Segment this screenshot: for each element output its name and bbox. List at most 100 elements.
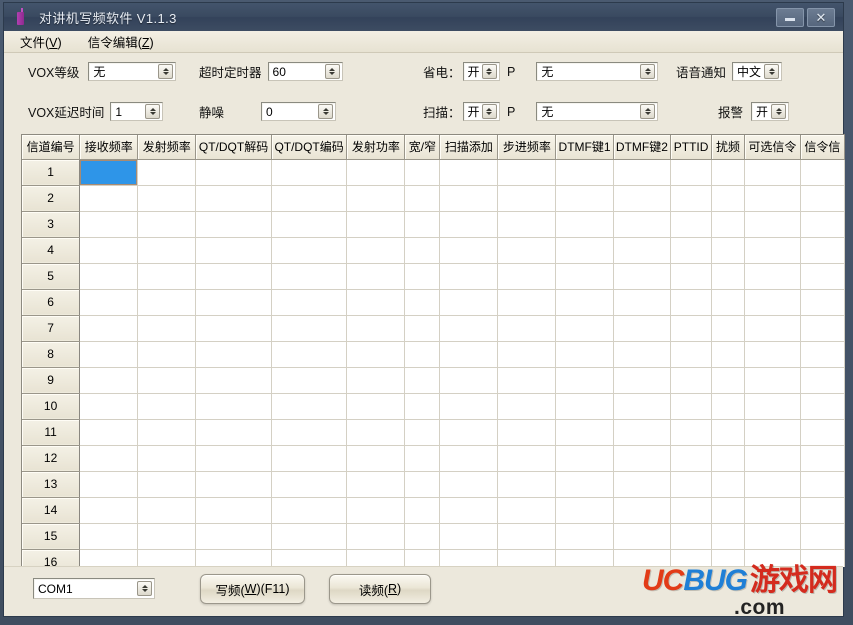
power-save-p-select[interactable]: 无	[536, 62, 659, 81]
column-header[interactable]: 扰频	[711, 135, 745, 160]
grid-cell[interactable]	[670, 237, 713, 264]
grid-cell[interactable]	[800, 289, 845, 316]
grid-cell[interactable]	[555, 471, 614, 498]
grid-cell[interactable]	[711, 419, 745, 446]
grid-cell[interactable]	[195, 419, 272, 446]
minimize-button[interactable]	[776, 7, 804, 27]
grid-cell[interactable]	[613, 523, 672, 550]
grid-cell[interactable]	[271, 549, 348, 567]
grid-cell[interactable]	[497, 367, 557, 394]
grid-cell[interactable]	[195, 445, 272, 472]
grid-cell[interactable]	[497, 289, 557, 316]
grid-cell[interactable]	[271, 419, 348, 446]
grid-cell[interactable]	[195, 185, 272, 212]
grid-cell[interactable]	[346, 263, 406, 290]
grid-cell[interactable]	[346, 445, 406, 472]
chevron-updown-icon[interactable]	[481, 64, 497, 79]
grid-cell[interactable]	[137, 185, 197, 212]
chevron-updown-icon[interactable]	[640, 64, 656, 79]
grid-cell[interactable]	[555, 211, 614, 238]
grid-cell[interactable]	[79, 289, 139, 316]
grid-cell[interactable]	[439, 497, 499, 524]
grid-cell[interactable]	[800, 367, 845, 394]
grid-cell[interactable]	[346, 497, 406, 524]
grid-cell[interactable]	[439, 367, 499, 394]
grid-cell[interactable]	[439, 445, 499, 472]
grid-cell[interactable]	[79, 237, 139, 264]
grid-cell[interactable]	[79, 497, 139, 524]
column-header[interactable]: PTTID	[670, 135, 713, 160]
column-header[interactable]: 接收频率	[79, 135, 139, 160]
power-save-select[interactable]: 开	[462, 62, 500, 81]
grid-cell[interactable]	[137, 159, 197, 186]
column-header[interactable]: DTMF键1	[555, 135, 614, 160]
grid-cell[interactable]	[613, 315, 672, 342]
row-header-cell[interactable]: 1	[22, 159, 81, 186]
grid-cell[interactable]	[744, 419, 801, 446]
grid-cell[interactable]	[271, 211, 348, 238]
chevron-updown-icon[interactable]	[324, 64, 340, 79]
grid-cell[interactable]	[439, 159, 499, 186]
grid-cell[interactable]	[711, 237, 745, 264]
grid-cell[interactable]	[79, 367, 139, 394]
grid-cell-selected[interactable]	[79, 159, 139, 186]
row-header-cell[interactable]: 5	[22, 263, 81, 290]
grid-cell[interactable]	[744, 393, 801, 420]
grid-cell[interactable]	[195, 367, 272, 394]
grid-cell[interactable]	[497, 549, 557, 567]
column-header[interactable]: 发射频率	[137, 135, 197, 160]
grid-cell[interactable]	[555, 367, 614, 394]
grid-cell[interactable]	[439, 393, 499, 420]
vox-level-select[interactable]: 无	[88, 62, 177, 81]
grid-cell[interactable]	[555, 549, 614, 567]
grid-cell[interactable]	[800, 393, 845, 420]
row-header-cell[interactable]: 15	[22, 523, 81, 550]
grid-cell[interactable]	[744, 497, 801, 524]
grid-cell[interactable]	[404, 159, 441, 186]
grid-cell[interactable]	[195, 471, 272, 498]
grid-cell[interactable]	[271, 237, 348, 264]
grid-cell[interactable]	[404, 445, 441, 472]
column-header[interactable]: 宽/窄	[404, 135, 441, 160]
grid-cell[interactable]	[271, 445, 348, 472]
grid-cell[interactable]	[555, 393, 614, 420]
grid-cell[interactable]	[497, 159, 557, 186]
grid-cell[interactable]	[613, 471, 672, 498]
row-header-cell[interactable]: 13	[22, 471, 81, 498]
grid-cell[interactable]	[800, 445, 845, 472]
grid-cell[interactable]	[497, 211, 557, 238]
chevron-updown-icon[interactable]	[137, 581, 152, 596]
grid-cell[interactable]	[346, 393, 406, 420]
grid-cell[interactable]	[744, 523, 801, 550]
grid-cell[interactable]	[497, 497, 557, 524]
grid-cell[interactable]	[613, 393, 672, 420]
grid-cell[interactable]	[613, 419, 672, 446]
column-header[interactable]: 信令信	[800, 135, 845, 160]
grid-cell[interactable]	[670, 211, 713, 238]
grid-cell[interactable]	[137, 211, 197, 238]
grid-cell[interactable]	[346, 159, 406, 186]
grid-cell[interactable]	[711, 315, 745, 342]
grid-cell[interactable]	[800, 185, 845, 212]
grid-cell[interactable]	[404, 523, 441, 550]
grid-cell[interactable]	[137, 419, 197, 446]
column-header[interactable]: 信道编号	[22, 135, 81, 160]
grid-cell[interactable]	[404, 419, 441, 446]
grid-cell[interactable]	[346, 549, 406, 567]
grid-cell[interactable]	[613, 211, 672, 238]
grid-cell[interactable]	[670, 393, 713, 420]
grid-cell[interactable]	[404, 549, 441, 567]
voice-prompt-select[interactable]: 中文	[732, 62, 783, 81]
grid-cell[interactable]	[346, 315, 406, 342]
grid-cell[interactable]	[271, 523, 348, 550]
grid-cell[interactable]	[497, 315, 557, 342]
grid-cell[interactable]	[195, 341, 272, 368]
menu-item-file[interactable]: 文件(V)	[20, 32, 62, 51]
grid-cell[interactable]	[346, 185, 406, 212]
grid-cell[interactable]	[137, 393, 197, 420]
grid-cell[interactable]	[670, 289, 713, 316]
row-header-cell[interactable]: 14	[22, 497, 81, 524]
grid-cell[interactable]	[271, 393, 348, 420]
grid-cell[interactable]	[271, 315, 348, 342]
grid-cell[interactable]	[744, 237, 801, 264]
